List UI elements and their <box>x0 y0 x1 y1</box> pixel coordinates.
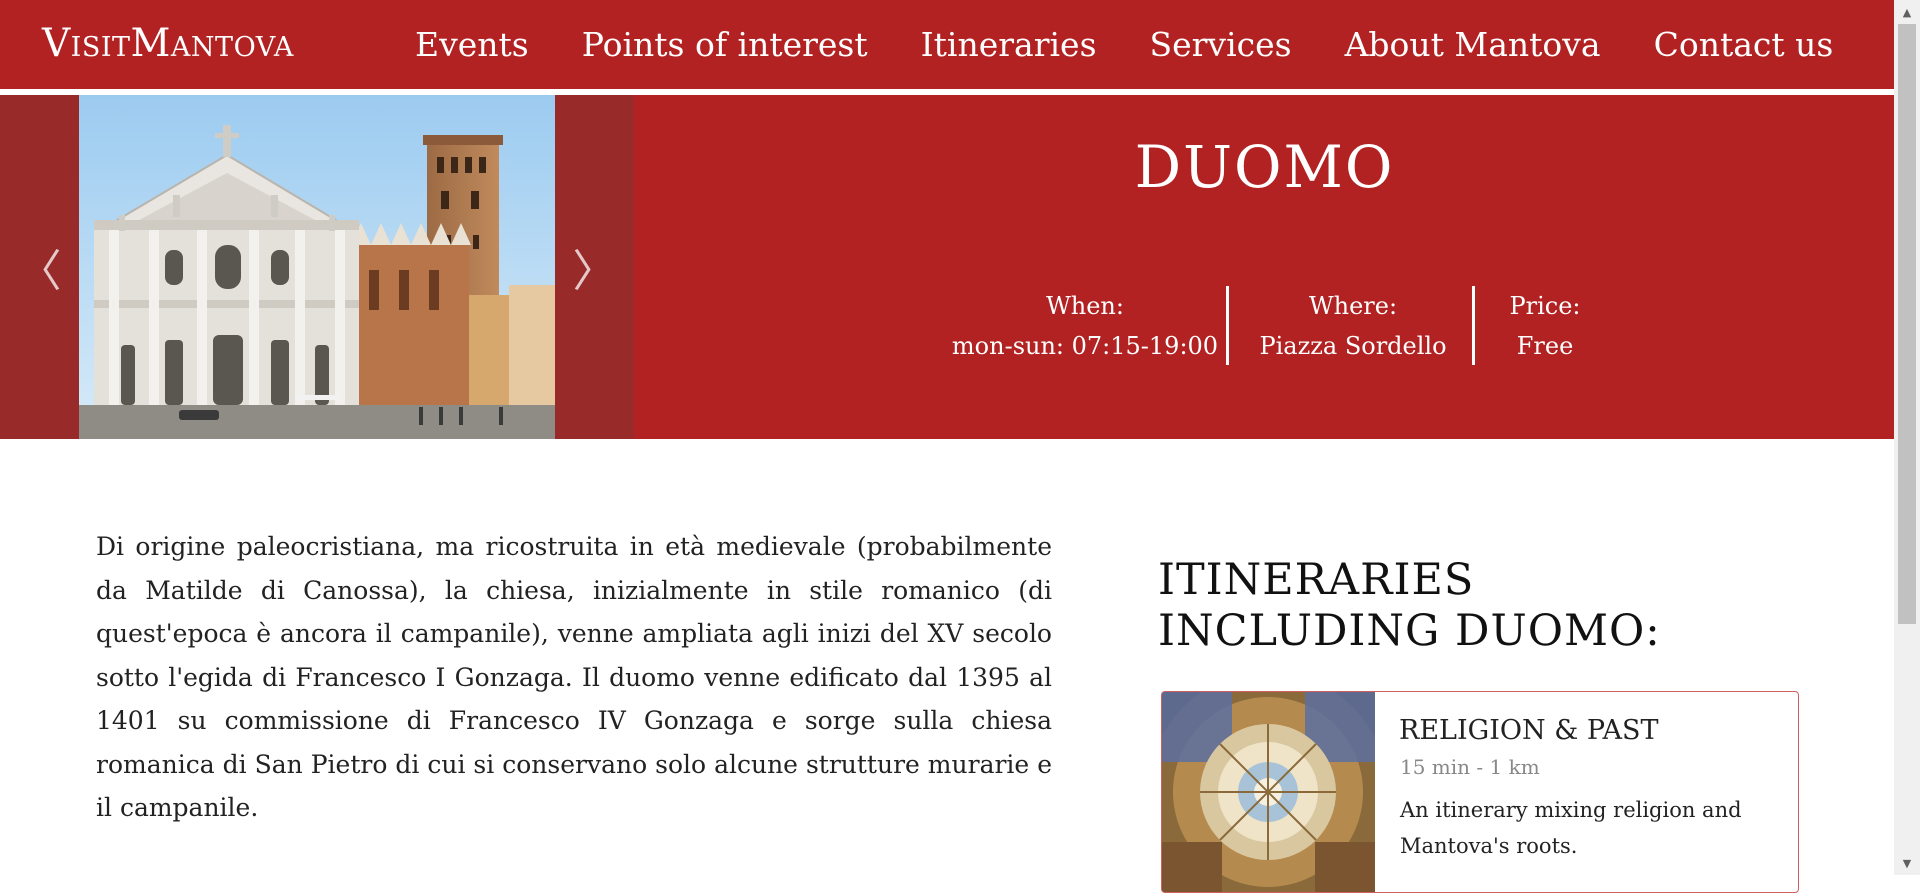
where-label: Where: <box>1308 292 1398 320</box>
price-label: Price: <box>1509 292 1581 320</box>
nav-contact-us[interactable]: Contact us <box>1654 25 1834 64</box>
carousel-indicator[interactable] <box>295 395 339 400</box>
info-when: When: mon-sun: 07:15-19:00 <box>940 286 1230 365</box>
nav-about-mantova[interactable]: About Mantova <box>1345 25 1601 64</box>
description-text: Di origine paleocristiana, ma ricostruit… <box>96 532 1052 822</box>
vertical-scrollbar[interactable]: ▲ ▼ <box>1894 0 1920 875</box>
hero-section: 〈 〉 DUOMO When: mon-sun: 07:15-19:00 Whe… <box>0 95 1894 439</box>
nav-itineraries[interactable]: Itineraries <box>921 25 1097 64</box>
info-where: Where: Piazza Sordello <box>1226 286 1477 365</box>
itinerary-image <box>1162 692 1388 892</box>
when-value: mon-sun: 07:15-19:00 <box>951 332 1219 360</box>
info-price: Price: Free <box>1472 286 1615 365</box>
itineraries-heading: ITINERARIES INCLUDING DUOMO: <box>1158 555 1661 656</box>
itinerary-description: An itinerary mixing religion and Mantova… <box>1400 798 1742 858</box>
site-logo[interactable]: VisitMantova <box>42 4 294 84</box>
nav-events[interactable]: Events <box>415 25 529 64</box>
nav-points-of-interest[interactable]: Points of interest <box>582 25 868 64</box>
chevron-left-icon: 〈 <box>17 246 62 297</box>
scroll-down-arrow-icon[interactable]: ▼ <box>1894 851 1920 875</box>
chevron-right-icon: 〉 <box>572 246 617 297</box>
itinerary-meta: 15 min - 1 km <box>1400 755 1540 779</box>
scroll-thumb[interactable] <box>1898 24 1916 624</box>
nav-services[interactable]: Services <box>1150 25 1292 64</box>
duomo-photo <box>79 95 555 439</box>
where-value: Piazza Sordello <box>1259 332 1447 360</box>
top-navbar: VisitMantova Events Points of interest I… <box>0 0 1894 92</box>
when-label: When: <box>1046 292 1124 320</box>
carousel-next-button[interactable]: 〉 <box>555 95 634 439</box>
itinerary-title[interactable]: RELIGION & PAST <box>1399 715 1659 746</box>
scroll-up-arrow-icon[interactable]: ▲ <box>1894 0 1920 24</box>
carousel-prev-button[interactable]: 〈 <box>0 95 79 439</box>
price-value: Free <box>1516 332 1574 360</box>
image-carousel: 〈 〉 <box>0 95 634 439</box>
main-nav: Events Points of interest Itineraries Se… <box>415 0 1886 88</box>
page-title: DUOMO <box>1134 133 1395 201</box>
itinerary-card[interactable]: RELIGION & PAST 15 min - 1 km An itinera… <box>1161 691 1799 893</box>
